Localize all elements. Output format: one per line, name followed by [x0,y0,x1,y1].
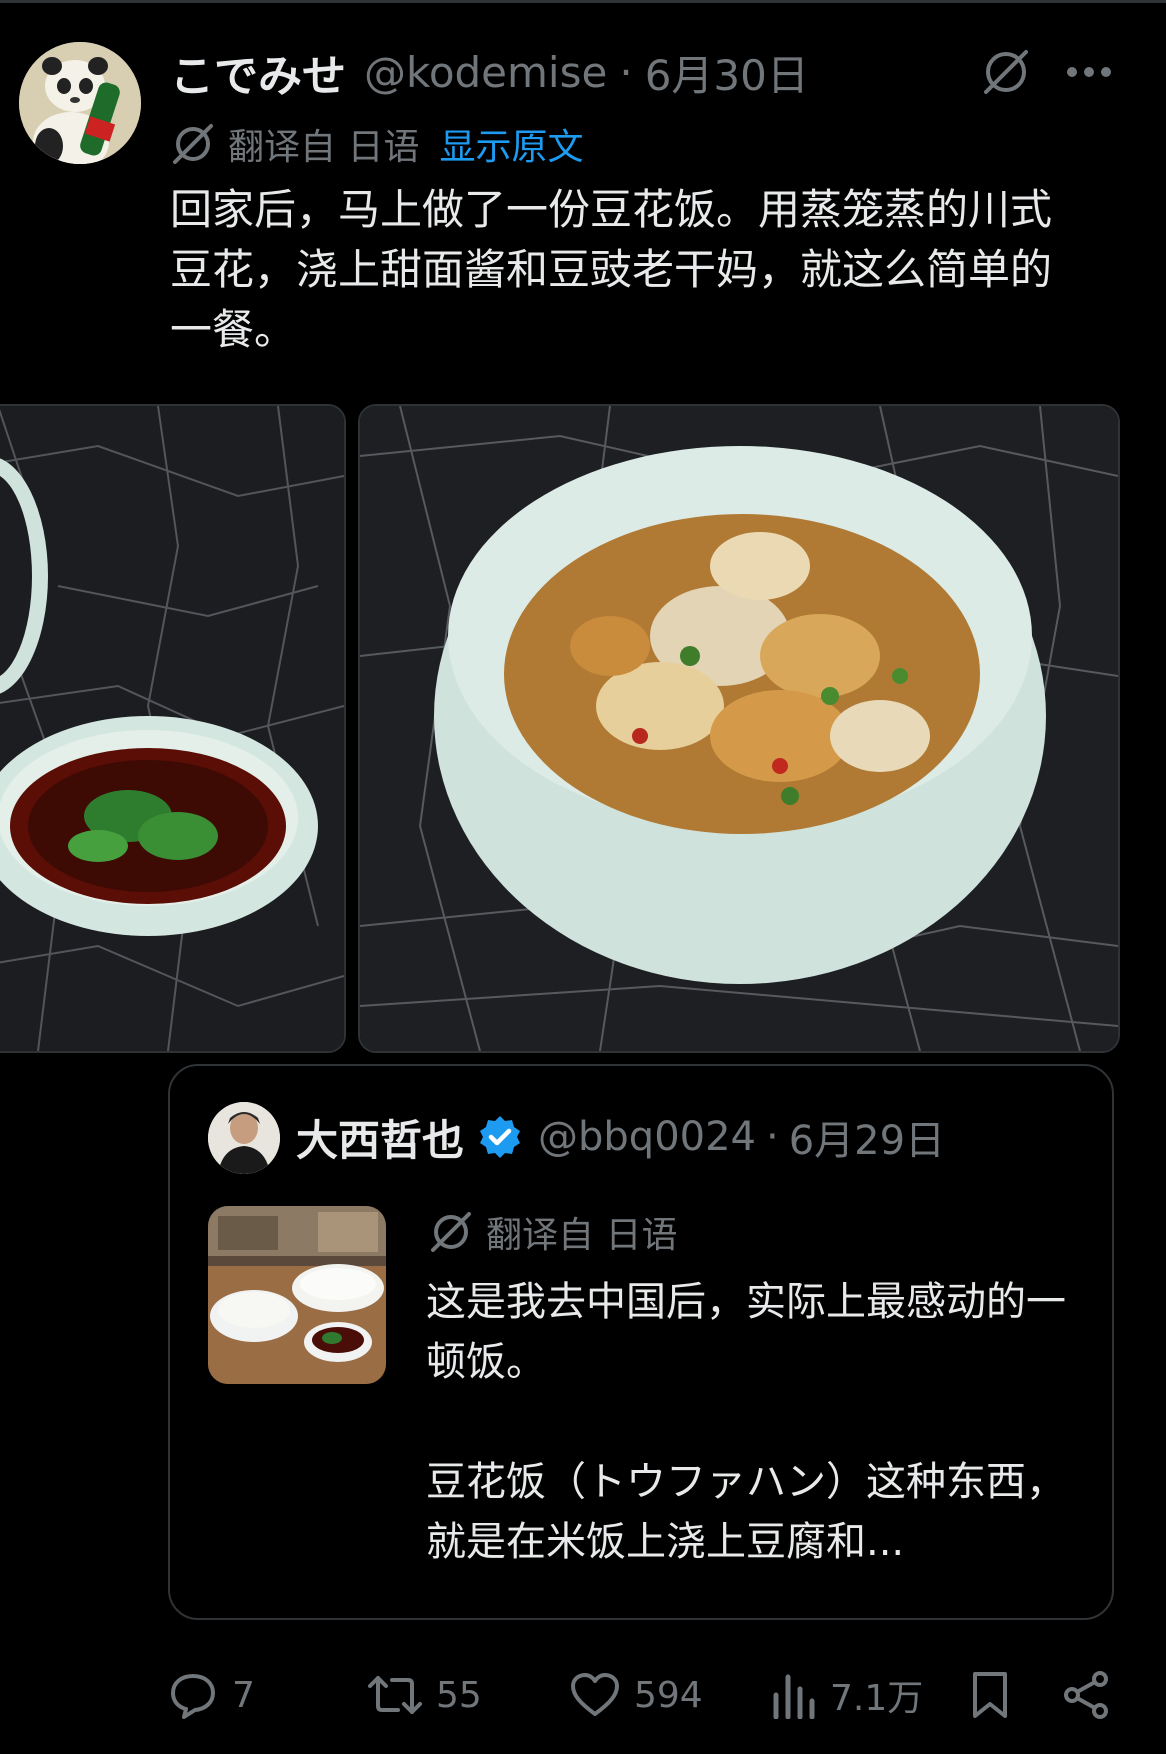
quoted-media-thumbnail[interactable] [208,1206,386,1384]
repost-button[interactable]: 55 [368,1660,482,1730]
views-button[interactable]: 7.1万 [772,1660,923,1730]
quoted-header: 大西哲也 @bbq0024 · 6月29日 [296,1106,945,1168]
media-image-2[interactable] [358,404,1120,1053]
reply-icon [171,1674,215,1719]
translate-icon [173,124,213,164]
quoted-author-avatar[interactable] [208,1102,280,1174]
reply-button[interactable]: 7 [168,1660,255,1730]
views-icon [773,1674,815,1719]
translation-label: 翻译自 日语 [228,127,420,168]
bookmark-button[interactable] [970,1660,1010,1730]
like-button[interactable]: 594 [570,1660,703,1730]
share-button[interactable] [1062,1660,1110,1730]
view-count: 7.1万 [830,1678,924,1719]
more-options-button[interactable] [1058,44,1120,100]
author-handle[interactable]: @kodemise [364,48,607,97]
quoted-tweet-card[interactable]: 大西哲也 @bbq0024 · 6月29日 翻译自 日语 这是我去中国后，实际上… [168,1064,1114,1620]
verified-badge-icon [476,1113,524,1161]
more-icon [1067,67,1111,77]
tweet-date[interactable]: 6月30日 [645,42,809,103]
author-display-name[interactable]: こでみせ [170,40,346,104]
translation-row: 翻译自 日语 显示原文 [170,116,583,172]
repost-icon [368,1676,422,1714]
quoted-translation-row: 翻译自 日语 [428,1204,677,1260]
bookmark-icon [973,1672,1007,1718]
show-original-link[interactable]: 显示原文 [439,118,583,170]
grok-icon [984,50,1028,94]
quoted-separator: · [765,1114,779,1160]
like-icon [571,1673,619,1716]
author-avatar[interactable] [19,42,141,164]
translate-icon [431,1212,471,1252]
tweet-header: こでみせ @kodemise · 6月30日 [170,40,809,104]
action-bar: 7 55 594 7.1万 [168,1660,1128,1730]
share-icon [1064,1671,1108,1719]
grok-button[interactable] [978,44,1034,100]
quoted-translation-label: 翻译自 日语 [486,1215,678,1256]
quoted-tweet-text: 这是我去中国后，实际上最感动的一顿饭。 豆花饭（トウファハン）这种东西，就是在米… [426,1279,1066,1565]
repost-count: 55 [436,1674,482,1716]
reply-count: 7 [232,1674,255,1716]
like-count: 594 [634,1674,703,1716]
media-image-1[interactable] [0,404,346,1053]
quoted-date[interactable]: 6月29日 [789,1108,945,1166]
tweet-text: 回家后，马上做了一份豆花饭。用蒸笼蒸的川式豆花，浇上甜面酱和豆豉老干妈，就这么简… [170,185,1053,354]
top-divider [0,0,1166,3]
quoted-handle[interactable]: @bbq0024 [538,1114,756,1160]
quoted-display-name[interactable]: 大西哲也 [296,1107,464,1168]
header-separator: · [619,47,633,97]
